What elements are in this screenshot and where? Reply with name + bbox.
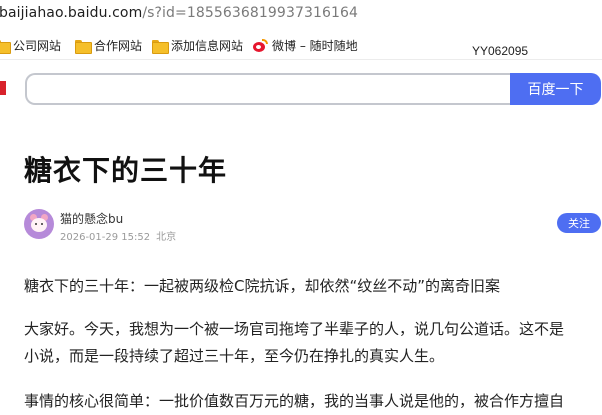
- bookmark-weibo[interactable]: 微博 – 随时随地: [252, 37, 358, 54]
- url-path: /s?id=1855636819937316164: [142, 5, 358, 21]
- article-paragraph: 大家好。今天，我想为一个被一场官司拖垮了半辈子的人，说几句公道话。这不是 小说，…: [24, 316, 602, 370]
- author-name[interactable]: 猫的懸念bu: [60, 210, 123, 227]
- article-title: 糖衣下的三十年: [24, 154, 228, 187]
- publish-location: 北京: [156, 232, 177, 243]
- search-button[interactable]: 百度一下: [510, 73, 601, 105]
- article-paragraph: 事情的核心很简单：一批价值数百万元的糖，我的当事人说是他的，被合作方擅自: [24, 392, 565, 410]
- baidu-logo-fragment: [0, 81, 6, 95]
- overlay-code-text: YY062095: [472, 44, 529, 58]
- publish-meta: 2026-01-29 15:52 北京: [60, 228, 176, 243]
- bookmark-label: 添加信息网站: [171, 39, 244, 53]
- search-input[interactable]: [25, 73, 510, 105]
- author-row: 猫的懸念bu 2026-01-29 15:52 北京 关注: [24, 207, 602, 243]
- avatar[interactable]: [24, 209, 54, 239]
- paragraph-line: 大家好。今天，我想为一个被一场官司拖垮了半辈子的人，说几句公道话。这不是: [24, 320, 565, 338]
- address-bar[interactable]: baijiahao.baidu.com/s?id=185563681993731…: [0, 0, 602, 28]
- bookmark-label: 微博 – 随时随地: [272, 39, 358, 53]
- article-paragraph: 糖衣下的三十年：一起被两级检C院抗诉，却依然“纹丝不动”的离奇旧案: [24, 277, 501, 295]
- follow-button[interactable]: 关注: [557, 213, 601, 233]
- bookmark-company-sites[interactable]: 公司网站: [0, 37, 61, 54]
- folder-icon: [0, 39, 11, 54]
- paragraph-line: 小说，而是一段持续了超过三十年，至今仍在挣扎的真实人生。: [24, 347, 445, 365]
- url-host: baijiahao.baidu.com: [0, 5, 143, 21]
- url-text[interactable]: baijiahao.baidu.com/s?id=185563681993731…: [0, 5, 358, 21]
- folder-icon: [152, 39, 169, 54]
- publish-date: 2026-01-29 15:52: [60, 232, 151, 243]
- folder-icon: [75, 39, 92, 54]
- bookmark-label: 合作网站: [94, 39, 143, 53]
- bookmark-add-info-sites[interactable]: 添加信息网站: [152, 37, 243, 54]
- bookmark-partner-sites[interactable]: 合作网站: [75, 37, 142, 54]
- weibo-icon: [252, 38, 268, 53]
- search-bar: 百度一下: [25, 73, 601, 105]
- article-page: 百度一下 糖衣下的三十年 猫的懸念bu 2026-01-29 15:52 北京 关…: [0, 61, 602, 415]
- bookmark-label: 公司网站: [13, 39, 62, 53]
